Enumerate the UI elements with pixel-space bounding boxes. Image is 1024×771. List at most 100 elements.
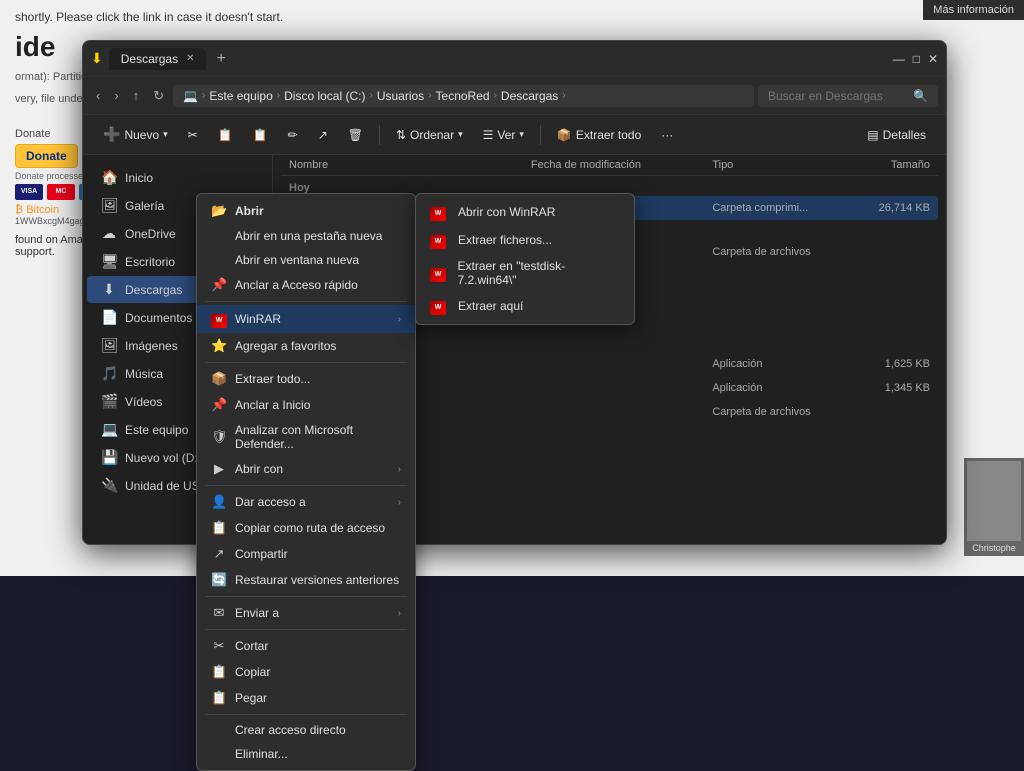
abrir-con-arrow: › [398,464,401,475]
cut-button[interactable]: ✂ [180,123,206,147]
file-type: Carpeta de archivos [712,406,833,418]
rename-button[interactable]: ✏ [280,123,306,147]
bc-usuarios[interactable]: Usuarios [377,89,424,103]
close-button[interactable]: ✕ [928,52,938,66]
sub-winrar-icon-1: W [430,203,450,221]
abrir-icon: 📂 [211,203,227,219]
defender-icon: 🛡 [211,429,227,445]
bc-computer-label[interactable]: Este equipo [209,89,272,103]
ctx-winrar[interactable]: W WinRAR › [197,305,415,333]
breadcrumb-computer[interactable]: 💻 [183,89,198,103]
ctx-copiar-ruta[interactable]: 📋 Copiar como ruta de acceso [197,515,415,541]
sub-extraer-en[interactable]: W Extraer en "testdisk-7.2.win64\" [416,254,634,292]
ordenar-button[interactable]: ⇅ Ordenar ▾ [388,123,471,147]
nuevo-arrow: ▾ [163,129,168,140]
minimize-button[interactable]: — [893,52,905,66]
maximize-button[interactable]: □ [913,52,920,66]
cortar-icon: ✂ [211,638,227,654]
anclar-acceso-icon: 📌 [211,277,227,293]
col-fecha[interactable]: Fecha de modificación [531,159,712,171]
top-right-info[interactable]: Más información [923,0,1024,20]
ctx-pegar[interactable]: 📋 Pegar [197,685,415,711]
ctx-anclar-inicio[interactable]: 📌 Anclar a Inicio [197,392,415,418]
forward-button[interactable]: › [109,85,123,106]
sidebar-item-inicio[interactable]: 🏠 Inicio [87,164,268,191]
usb-icon: 🔌 [101,477,117,494]
bc-descargas[interactable]: Descargas [501,89,558,103]
search-box[interactable]: 🔍 [758,85,938,107]
more-button[interactable]: ··· [653,123,681,147]
explorer-tab[interactable]: Descargas ✕ [109,48,207,70]
refresh-button[interactable]: ↻ [148,85,169,107]
ctx-favoritos[interactable]: ⭐ Agregar a favoritos [197,333,415,359]
ctx-anclar-acceso[interactable]: 📌 Anclar a Acceso rápido [197,272,415,298]
ordenar-icon: ⇅ [396,128,406,142]
ctx-acceso-directo[interactable]: Crear acceso directo [197,718,415,742]
ctx-eliminar[interactable]: Eliminar... [197,742,415,766]
share-button[interactable]: ↗ [310,123,336,147]
bc-tecnored[interactable]: TecnoRed [436,89,490,103]
sub-extraer-ficheros[interactable]: W Extraer ficheros... [416,226,634,254]
ctx-enviar-a[interactable]: ✉ Enviar a › [197,600,415,626]
inicio-icon: 🏠 [101,169,117,186]
window-controls: — □ ✕ [893,52,938,66]
compartir-icon: ↗ [211,546,227,562]
dar-acceso-icon: 👤 [211,494,227,510]
new-tab-button[interactable]: + [210,50,231,68]
winrar-icon: W [211,310,227,328]
ver-arrow: ▾ [519,129,524,140]
sub-winrar-icon-4: W [430,297,450,315]
delete-button[interactable]: 🗑 [340,123,371,147]
ctx-copiar[interactable]: 📋 Copiar [197,659,415,685]
videos-icon: 🎬 [101,393,117,410]
detalles-button[interactable]: ▤ Detalles [859,123,934,147]
file-type: Carpeta comprimi... [712,202,833,214]
ctx-defender[interactable]: 🛡 Analizar con Microsoft Defender... [197,418,415,456]
share-icon: ↗ [318,128,328,142]
ctx-abrir-ventana[interactable]: Abrir en ventana nueva [197,248,415,272]
toolbar-separator-2 [540,125,541,145]
galeria-icon: 🖼 [101,197,117,214]
ctx-separator-2 [205,362,407,363]
copy-button[interactable]: 📋 [210,123,241,147]
ctx-abrir[interactable]: 📂 Abrir [197,198,415,224]
ctx-separator-5 [205,629,407,630]
onedrive-icon: ☁ [101,225,117,242]
col-tipo[interactable]: Tipo [712,159,833,171]
ctx-extraer-todo[interactable]: 📦 Extraer todo... [197,366,415,392]
mastercard-icon: MC [47,184,75,200]
ctx-restaurar[interactable]: 🔄 Restaurar versiones anteriores [197,567,415,593]
ver-button[interactable]: ☰ Ver ▾ [475,123,532,147]
ctx-compartir[interactable]: ↗ Compartir [197,541,415,567]
extraer-todo-button[interactable]: 📦 Extraer todo [549,123,649,147]
search-input[interactable] [768,89,913,103]
ctx-dar-acceso[interactable]: 👤 Dar acceso a › [197,489,415,515]
nuevo-button[interactable]: ➕ Nuevo ▾ [95,121,176,148]
detalles-icon: ▤ [867,128,878,142]
documentos-icon: 📄 [101,309,117,326]
paste-button[interactable]: 📋 [245,123,276,147]
ctx-abrir-con[interactable]: ▶ Abrir con › [197,456,415,482]
winrar-submenu: W Abrir con WinRAR W Extraer ficheros...… [415,193,635,325]
dar-acceso-arrow: › [398,497,401,508]
col-nombre[interactable]: Nombre [289,159,531,171]
bottom-right-image: Christophe [964,458,1024,556]
tab-close-button[interactable]: ✕ [186,53,194,64]
back-button[interactable]: ‹ [91,85,105,106]
file-type: Carpeta de archivos [712,246,833,258]
bc-disk-label[interactable]: Disco local (C:) [284,89,365,103]
anclar-inicio-icon: 📌 [211,397,227,413]
breadcrumb[interactable]: 💻 › Este equipo › Disco local (C:) › Usu… [173,85,754,107]
ctx-abrir-pestana[interactable]: Abrir en una pestaña nueva [197,224,415,248]
up-button[interactable]: ↑ [128,85,145,106]
sub-abrir-winrar[interactable]: W Abrir con WinRAR [416,198,634,226]
rename-icon: ✏ [288,128,298,142]
address-bar: ‹ › ↑ ↻ 💻 › Este equipo › Disco local (C… [83,77,946,115]
col-tamaño[interactable]: Tamaño [833,159,930,171]
ctx-cortar[interactable]: ✂ Cortar [197,633,415,659]
imagenes-icon: 🖼 [101,337,117,354]
search-icon: 🔍 [913,89,928,103]
donate-button[interactable]: Donate [15,144,78,168]
file-type: Aplicación [712,382,833,394]
sub-extraer-aqui[interactable]: W Extraer aquí [416,292,634,320]
